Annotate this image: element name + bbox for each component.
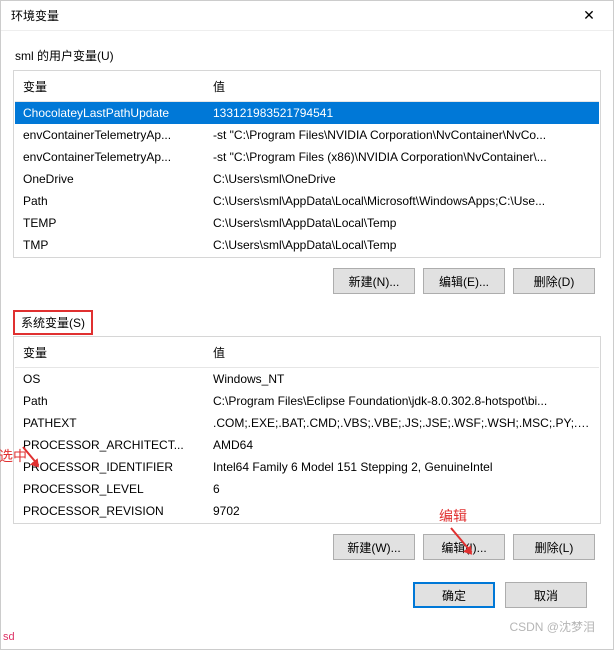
system-delete-button[interactable]: 删除(L) bbox=[513, 534, 595, 560]
environment-variables-dialog: 环境变量 ✕ sml 的用户变量(U) 变量 值 ChocolateyLastP… bbox=[0, 0, 614, 650]
col-value[interactable]: 值 bbox=[205, 72, 599, 102]
system-vars-label: 系统变量(S) bbox=[13, 310, 93, 335]
table-row[interactable]: PROCESSOR_LEVEL6 bbox=[15, 478, 599, 500]
dialog-footer: 确定 取消 bbox=[13, 576, 601, 608]
user-buttons-row: 新建(N)... 编辑(E)... 删除(D) bbox=[13, 258, 601, 304]
cell-value: -st "C:\Program Files (x86)\NVIDIA Corpo… bbox=[205, 146, 599, 168]
ok-button[interactable]: 确定 bbox=[413, 582, 495, 608]
col-variable[interactable]: 变量 bbox=[15, 72, 205, 102]
system-edit-button[interactable]: 编辑(I)... bbox=[423, 534, 505, 560]
table-row[interactable]: TMPC:\Users\sml\AppData\Local\Temp bbox=[15, 234, 599, 256]
cell-value: -st "C:\Program Files\NVIDIA Corporation… bbox=[205, 124, 599, 146]
table-row[interactable]: PROCESSOR_IDENTIFIERIntel64 Family 6 Mod… bbox=[15, 456, 599, 478]
table-row[interactable]: envContainerTelemetryAp...-st "C:\Progra… bbox=[15, 146, 599, 168]
corner-text: sd bbox=[3, 631, 15, 643]
table-header: 变量 值 bbox=[15, 338, 599, 368]
cell-variable: PROCESSOR_REVISION bbox=[15, 500, 205, 522]
title-bar: 环境变量 ✕ bbox=[1, 1, 613, 31]
system-vars-table[interactable]: 变量 值 OSWindows_NTPathC:\Program Files\Ec… bbox=[15, 338, 599, 522]
cell-variable: TMP bbox=[15, 234, 205, 256]
cell-variable: OS bbox=[15, 368, 205, 391]
cell-value: C:\Program Files\Eclipse Foundation\jdk-… bbox=[205, 390, 599, 412]
user-delete-button[interactable]: 删除(D) bbox=[513, 268, 595, 294]
close-button[interactable]: ✕ bbox=[569, 2, 609, 30]
cell-value: C:\Users\sml\OneDrive bbox=[205, 168, 599, 190]
close-icon: ✕ bbox=[583, 7, 595, 24]
cell-variable: Path bbox=[15, 390, 205, 412]
table-row[interactable]: OneDriveC:\Users\sml\OneDrive bbox=[15, 168, 599, 190]
table-row[interactable]: ChocolateyLastPathUpdate1331219835217945… bbox=[15, 102, 599, 125]
cell-value: C:\Users\sml\AppData\Local\Temp bbox=[205, 234, 599, 256]
table-row[interactable]: PATHEXT.COM;.EXE;.BAT;.CMD;.VBS;.VBE;.JS… bbox=[15, 412, 599, 434]
user-vars-table[interactable]: 变量 值 ChocolateyLastPathUpdate13312198352… bbox=[15, 72, 599, 256]
cell-variable: Path bbox=[15, 190, 205, 212]
cell-value: Intel64 Family 6 Model 151 Stepping 2, G… bbox=[205, 456, 599, 478]
cell-variable: OneDrive bbox=[15, 168, 205, 190]
table-row[interactable]: TEMPC:\Users\sml\AppData\Local\Temp bbox=[15, 212, 599, 234]
user-new-button[interactable]: 新建(N)... bbox=[333, 268, 415, 294]
watermark: CSDN @沈梦泪 bbox=[509, 618, 595, 635]
system-buttons-row: 新建(W)... 编辑(I)... 删除(L) bbox=[13, 524, 601, 570]
cell-value: C:\Users\sml\AppData\Local\Temp bbox=[205, 212, 599, 234]
cell-variable: envContainerTelemetryAp... bbox=[15, 124, 205, 146]
cell-value: C:\Users\sml\AppData\Local\Microsoft\Win… bbox=[205, 190, 599, 212]
table-row[interactable]: envContainerTelemetryAp...-st "C:\Progra… bbox=[15, 124, 599, 146]
cell-variable: PROCESSOR_LEVEL bbox=[15, 478, 205, 500]
table-row[interactable]: PROCESSOR_ARCHITECT...AMD64 bbox=[15, 434, 599, 456]
col-value[interactable]: 值 bbox=[205, 338, 599, 368]
cell-variable: PATHEXT bbox=[15, 412, 205, 434]
col-variable[interactable]: 变量 bbox=[15, 338, 205, 368]
cancel-button[interactable]: 取消 bbox=[505, 582, 587, 608]
table-row[interactable]: PathC:\Users\sml\AppData\Local\Microsoft… bbox=[15, 190, 599, 212]
cell-value: 9702 bbox=[205, 500, 599, 522]
table-row[interactable]: PathC:\Program Files\Eclipse Foundation\… bbox=[15, 390, 599, 412]
cell-value: 6 bbox=[205, 478, 599, 500]
table-row[interactable]: PROCESSOR_REVISION9702 bbox=[15, 500, 599, 522]
cell-variable: ChocolateyLastPathUpdate bbox=[15, 102, 205, 125]
system-new-button[interactable]: 新建(W)... bbox=[333, 534, 415, 560]
table-header: 变量 值 bbox=[15, 72, 599, 102]
cell-value: 133121983521794541 bbox=[205, 102, 599, 125]
system-vars-panel: 变量 值 OSWindows_NTPathC:\Program Files\Ec… bbox=[13, 336, 601, 524]
user-vars-label: sml 的用户变量(U) bbox=[13, 43, 601, 68]
cell-value: AMD64 bbox=[205, 434, 599, 456]
cell-variable: PROCESSOR_ARCHITECT... bbox=[15, 434, 205, 456]
cell-variable: PROCESSOR_IDENTIFIER bbox=[15, 456, 205, 478]
user-vars-panel: 变量 值 ChocolateyLastPathUpdate13312198352… bbox=[13, 70, 601, 258]
cell-variable: envContainerTelemetryAp... bbox=[15, 146, 205, 168]
table-row[interactable]: OSWindows_NT bbox=[15, 368, 599, 391]
cell-value: Windows_NT bbox=[205, 368, 599, 391]
user-edit-button[interactable]: 编辑(E)... bbox=[423, 268, 505, 294]
window-title: 环境变量 bbox=[11, 7, 59, 24]
dialog-body: sml 的用户变量(U) 变量 值 ChocolateyLastPathUpda… bbox=[1, 31, 613, 618]
cell-variable: TEMP bbox=[15, 212, 205, 234]
cell-value: .COM;.EXE;.BAT;.CMD;.VBS;.VBE;.JS;.JSE;.… bbox=[205, 412, 599, 434]
